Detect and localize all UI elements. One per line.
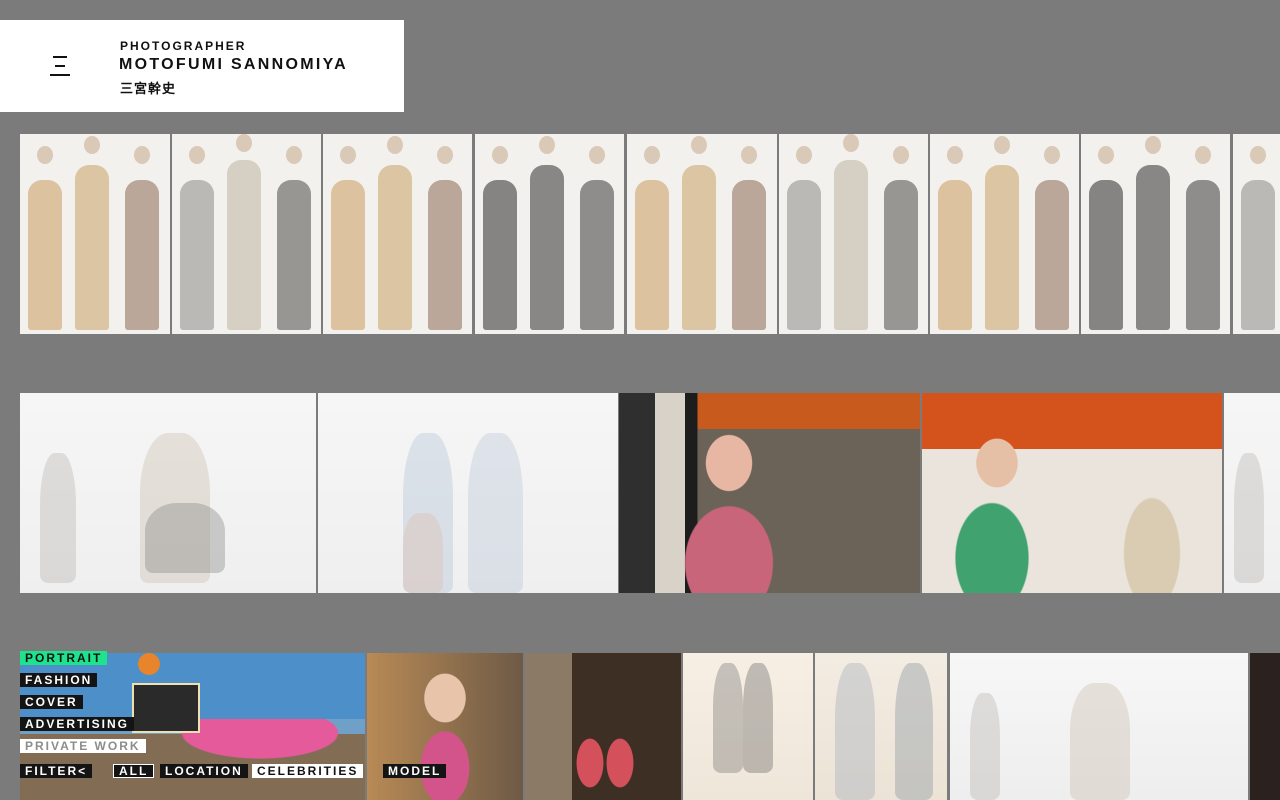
brand-header: PHOTOGRAPHER MOTOFUMI SANNOMIYA 三宮幹史 [0,20,404,112]
nav-portrait[interactable]: PORTRAIT [20,651,108,665]
photo-thumbnail[interactable] [619,393,920,593]
photo-thumbnail[interactable] [172,134,321,334]
site-title-jp: 三宮幹史 [120,82,177,97]
filter-all[interactable]: ALL [113,764,155,778]
photo-thumbnail[interactable] [525,653,681,800]
photo-thumbnail[interactable] [950,653,1248,800]
site-title[interactable]: MOTOFUMI SANNOMIYA [119,56,348,74]
photo-thumbnail[interactable] [475,134,624,334]
photo-thumbnail[interactable] [20,134,170,334]
filter-toggle[interactable]: FILTER< [20,764,93,778]
photo-thumbnail[interactable] [323,134,472,334]
photo-row-1 [20,134,1280,334]
photo-thumbnail[interactable] [815,653,947,800]
photo-thumbnail[interactable] [1224,393,1280,593]
filter-celebrities[interactable]: CELEBRITIES [252,764,364,778]
photo-thumbnail[interactable] [1233,134,1280,334]
nav-private-work[interactable]: PRIVATE WORK [20,739,146,753]
photographer-label: PHOTOGRAPHER [120,39,247,53]
photo-thumbnail[interactable] [1250,653,1280,800]
photo-thumbnail[interactable] [20,393,316,593]
photo-thumbnail[interactable] [318,393,618,593]
photo-thumbnail[interactable] [1081,134,1230,334]
filter-model[interactable]: MODEL [383,764,447,778]
photo-thumbnail[interactable] [779,134,928,334]
nav-advertising[interactable]: ADVERTISING [20,717,135,731]
menu-icon[interactable] [40,44,80,88]
filter-location[interactable]: LOCATION [160,764,248,778]
nav-cover[interactable]: COVER [20,695,83,709]
photo-row-2 [20,393,1280,593]
sign-decoration [132,683,200,733]
photo-thumbnail[interactable] [922,393,1222,593]
nav-fashion[interactable]: FASHION [20,673,98,687]
sign-decoration [138,653,160,675]
photo-thumbnail[interactable] [683,653,813,800]
photo-thumbnail[interactable] [627,134,777,334]
photo-thumbnail[interactable] [930,134,1079,334]
